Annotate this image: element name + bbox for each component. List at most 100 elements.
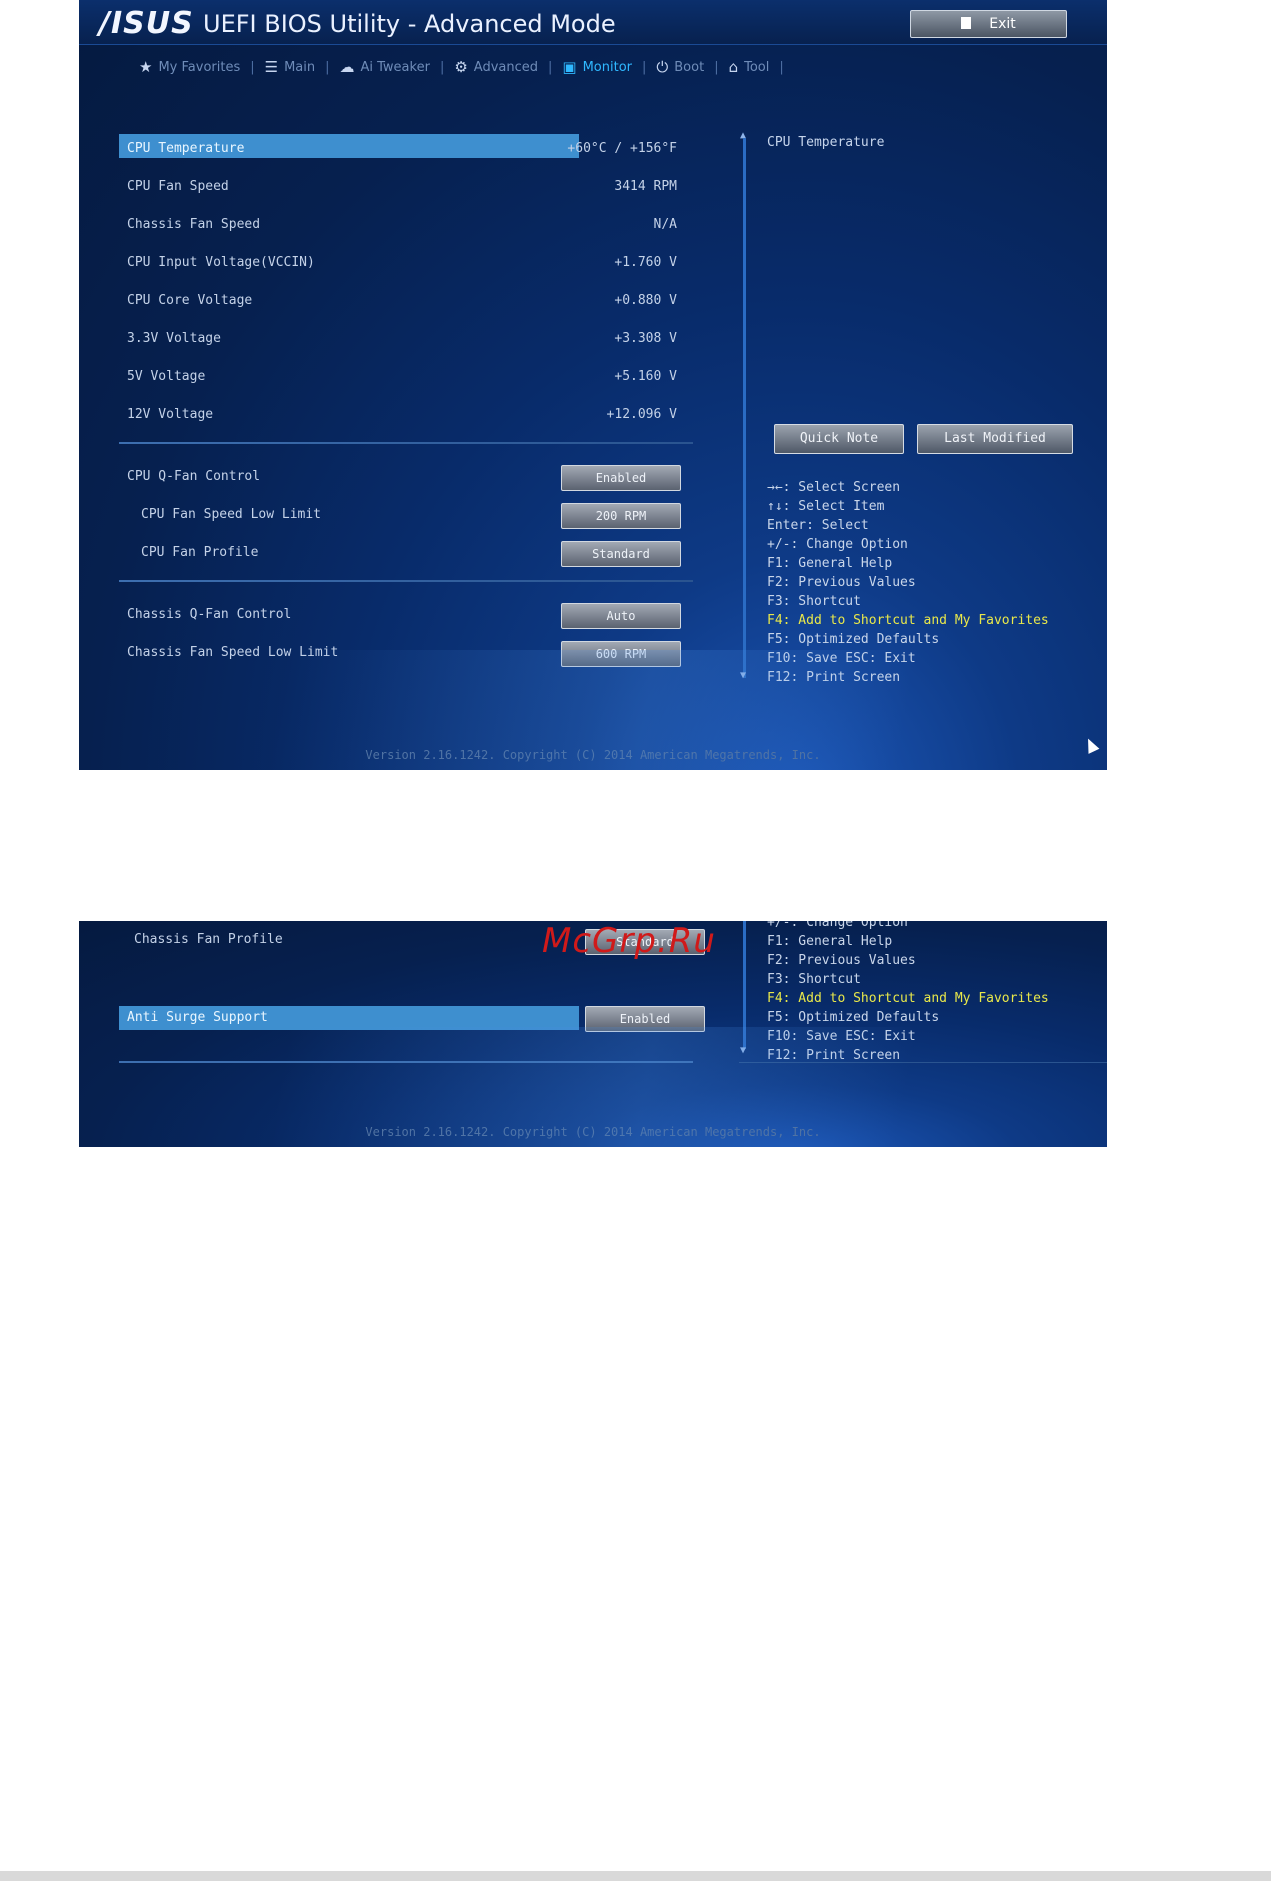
menu-tabs: ★ My Favorites | ☰ Main | ☁ Ai Tweaker | ⚙ A… xyxy=(129,54,784,80)
scroll-down-icon[interactable]: ▼ xyxy=(740,670,746,681)
section-divider xyxy=(119,580,693,582)
tab-label: My Favorites xyxy=(158,59,241,75)
scrollbar[interactable] xyxy=(743,921,746,1049)
monitor-list: CPU Temperature +60°C / +156°F CPU Fan Sp… xyxy=(119,130,709,672)
tab-label: Advanced xyxy=(473,59,538,75)
scroll-down-icon[interactable]: ▼ xyxy=(740,1045,746,1056)
item-value: +60°C / +156°F xyxy=(567,141,677,156)
item-value: 3414 RPM xyxy=(614,179,677,194)
key-hint: F3: Shortcut xyxy=(767,972,861,987)
key-hint: +/-: Change Option xyxy=(767,537,908,552)
item-12v-voltage[interactable]: 12V Voltage +12.096 V xyxy=(119,396,709,434)
item-cpu-core-voltage[interactable]: CPU Core Voltage +0.880 V xyxy=(119,282,709,320)
scrollbar[interactable] xyxy=(743,138,746,678)
help-title: CPU Temperature xyxy=(767,135,885,150)
page-bottom-bar xyxy=(0,1871,1271,1881)
chassis-q-fan-control-select[interactable]: Auto xyxy=(561,603,681,629)
item-chassis-fan-speed[interactable]: Chassis Fan Speed N/A xyxy=(119,206,709,244)
chassis-fan-low-limit-select[interactable]: 600 RPM xyxy=(561,641,681,667)
item-label: 12V Voltage xyxy=(127,407,214,422)
item-label: Chassis Fan Speed xyxy=(127,217,261,232)
item-cpu-fan-speed-low-limit[interactable]: CPU Fan Speed Low Limit 200 RPM xyxy=(119,496,709,534)
item-label: CPU Q-Fan Control xyxy=(127,469,261,484)
item-5v-voltage[interactable]: 5V Voltage +5.160 V xyxy=(119,358,709,396)
item-label: CPU Fan Profile xyxy=(141,545,259,560)
monitor-icon: ▣ xyxy=(562,58,577,76)
section-divider xyxy=(119,1061,693,1063)
star-icon: ★ xyxy=(139,58,153,76)
item-value: N/A xyxy=(653,217,677,232)
item-value: +5.160 V xyxy=(614,369,677,384)
tab-monitor[interactable]: ▣ Monitor xyxy=(552,58,642,76)
item-cpu-q-fan-control[interactable]: CPU Q-Fan Control Enabled xyxy=(119,458,709,496)
item-value: +12.096 V xyxy=(606,407,677,422)
key-hint: F2: Previous Values xyxy=(767,575,916,590)
advanced-icon: ⚙ xyxy=(454,58,468,76)
tab-label: Ai Tweaker xyxy=(360,59,430,75)
watermark: McGrp.Ru xyxy=(542,921,716,961)
key-hint: F2: Previous Values xyxy=(767,953,916,968)
key-hint: F1: General Help xyxy=(767,556,893,571)
item-chassis-fan-speed-low-limit[interactable]: Chassis Fan Speed Low Limit 600 RPM xyxy=(119,634,709,672)
key-hint: F3: Shortcut xyxy=(767,594,861,609)
power-icon: ⏻ xyxy=(656,58,669,76)
item-cpu-fan-speed[interactable]: CPU Fan Speed 3414 RPM xyxy=(119,168,709,206)
title-bar: /ISUS UEFI BIOS Utility - Advanced Mode … xyxy=(79,0,1107,45)
key-hint: F1: General Help xyxy=(767,934,893,949)
item-label: CPU Input Voltage(VCCIN) xyxy=(127,255,315,270)
key-hint: +/-: Change Option xyxy=(767,921,908,930)
cpu-q-fan-control-select[interactable]: Enabled xyxy=(561,465,681,491)
footer: Version 2.16.1242. Copyright (C) 2014 Am… xyxy=(79,710,1107,770)
key-hint: F10: Save ESC: Exit xyxy=(767,651,916,666)
key-legend: →←: Select Screen ↑↓: Select Item Enter:… xyxy=(767,478,1049,687)
tab-label: Boot xyxy=(674,59,705,75)
tool-icon: ⌂ xyxy=(728,58,739,76)
section-divider xyxy=(119,442,693,444)
item-label: CPU Temperature xyxy=(127,141,245,156)
item-label: 5V Voltage xyxy=(127,369,206,384)
item-label: Chassis Q-Fan Control xyxy=(127,607,292,622)
tab-main[interactable]: ☰ Main xyxy=(255,58,326,76)
last-modified-button[interactable]: Last Modified xyxy=(917,424,1073,454)
key-hint: F10: Save ESC: Exit xyxy=(767,1029,916,1044)
version-text: Version 2.16.1242. Copyright (C) 2014 Am… xyxy=(365,1125,821,1139)
item-value: +1.760 V xyxy=(614,255,677,270)
chassis-fan-profile-label: Chassis Fan Profile xyxy=(134,932,283,947)
item-3v3-voltage[interactable]: 3.3V Voltage +3.308 V xyxy=(119,320,709,358)
key-hint: →←: Select Screen xyxy=(767,480,901,495)
anti-surge-select[interactable]: Enabled xyxy=(585,1006,705,1032)
item-cpu-fan-profile[interactable]: CPU Fan Profile Standard xyxy=(119,534,709,572)
item-chassis-q-fan-control[interactable]: Chassis Q-Fan Control Auto xyxy=(119,596,709,634)
item-cpu-input-voltage[interactable]: CPU Input Voltage(VCCIN) +1.760 V xyxy=(119,244,709,282)
exit-label: Exit xyxy=(989,16,1016,32)
cpu-fan-low-limit-select[interactable]: 200 RPM xyxy=(561,503,681,529)
key-hint-highlighted: F4: Add to Shortcut and My Favorites xyxy=(767,991,1049,1006)
item-label: CPU Core Voltage xyxy=(127,293,253,308)
tab-separator: | xyxy=(779,59,784,75)
exit-icon xyxy=(961,17,972,29)
cpu-fan-profile-select[interactable]: Standard xyxy=(561,541,681,567)
tab-tool[interactable]: ⌂ Tool xyxy=(719,58,780,76)
key-hint: F12: Print Screen xyxy=(767,670,901,685)
key-hint: F5: Optimized Defaults xyxy=(767,1010,940,1025)
asus-logo: /ISUS xyxy=(99,6,194,41)
key-hint: Enter: Select xyxy=(767,518,869,533)
tab-label: Tool xyxy=(744,59,770,75)
list-icon: ☰ xyxy=(264,58,279,76)
item-label: Chassis Fan Speed Low Limit xyxy=(127,645,339,660)
tweaker-icon: ☁ xyxy=(339,58,355,76)
item-label: CPU Fan Speed xyxy=(127,179,229,194)
item-cpu-temperature[interactable]: CPU Temperature +60°C / +156°F xyxy=(119,130,709,168)
tab-label: Main xyxy=(284,59,316,75)
tab-my-favorites[interactable]: ★ My Favorites xyxy=(129,58,250,76)
tab-ai-tweaker[interactable]: ☁ Ai Tweaker xyxy=(330,58,440,76)
quick-note-button[interactable]: Quick Note xyxy=(774,424,904,454)
tab-boot[interactable]: ⏻ Boot xyxy=(646,58,714,76)
key-hint: F12: Print Screen xyxy=(767,1048,901,1063)
item-value: +0.880 V xyxy=(614,293,677,308)
item-value: +3.308 V xyxy=(614,331,677,346)
tab-advanced[interactable]: ⚙ Advanced xyxy=(444,58,548,76)
exit-button[interactable]: Exit xyxy=(910,10,1067,38)
tab-label: Monitor xyxy=(582,59,632,75)
bios-screen-monitor: /ISUS UEFI BIOS Utility - Advanced Mode … xyxy=(79,0,1107,770)
